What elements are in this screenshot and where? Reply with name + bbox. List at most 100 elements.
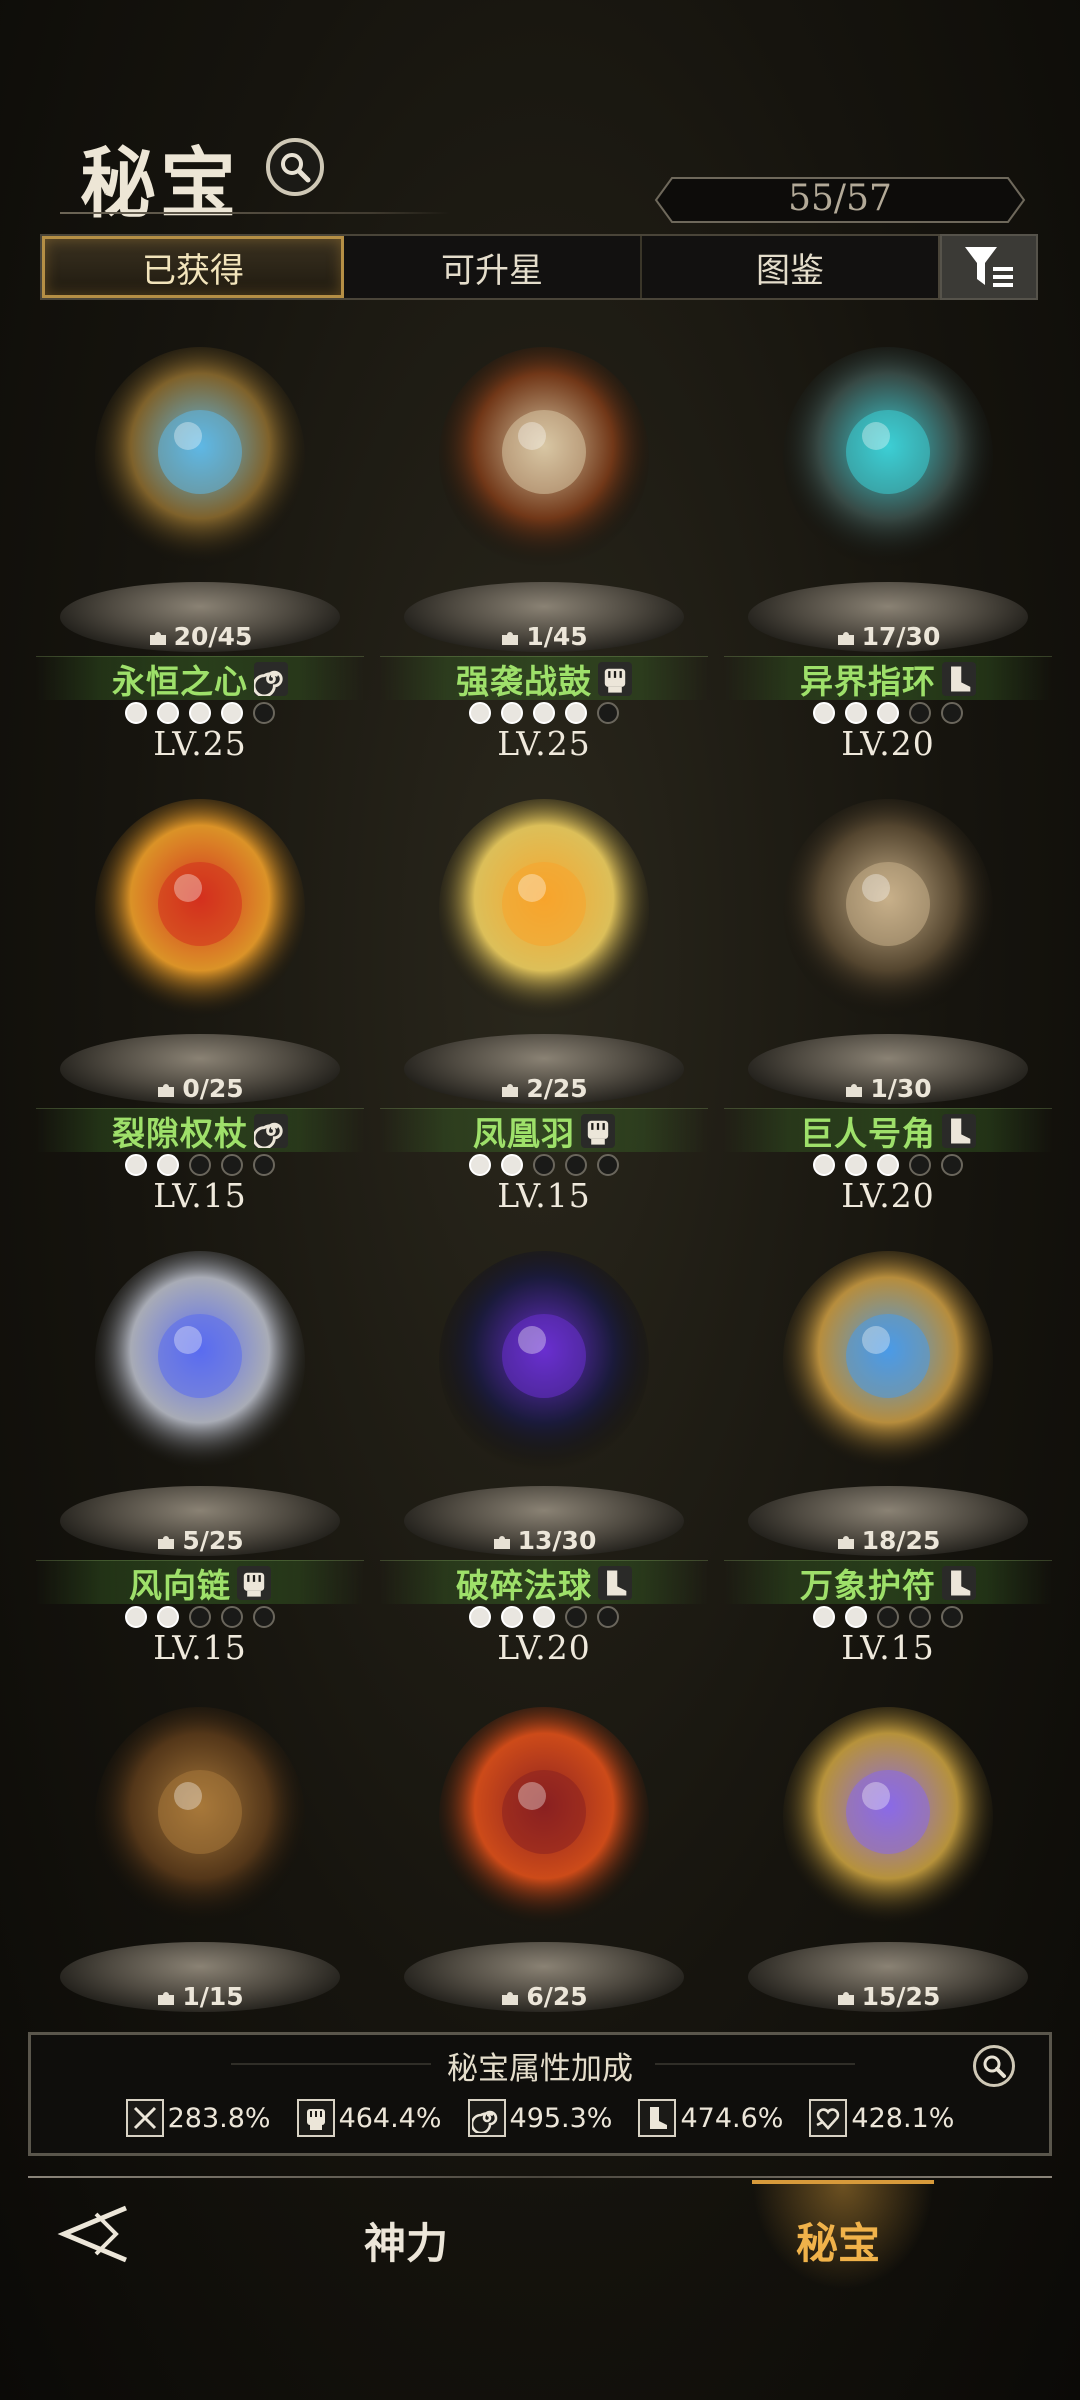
item-name-bar: 巨人号角 <box>724 1108 1052 1153</box>
star-filled-icon <box>469 702 491 724</box>
star-rating <box>30 702 370 724</box>
treasure-card[interactable]: 17/30 异界指环 LV.20 <box>718 320 1058 770</box>
attribute-bonus-panel: 秘宝属性加成 283.8% 464.4% 495.3% 474.6% 428.1% <box>28 2032 1052 2156</box>
star-empty-icon <box>909 1154 931 1176</box>
treasure-card[interactable]: 5/25 风向链 LV.15 <box>30 1224 370 1674</box>
puzzle-piece-icon <box>502 1084 519 1097</box>
bonus-stat-value: 428.1% <box>851 2102 955 2134</box>
bonus-stat: 464.4% <box>296 2099 442 2137</box>
treasure-art <box>70 1236 330 1496</box>
item-name-bar: 风向链 <box>36 1560 364 1605</box>
star-empty-icon <box>253 1154 275 1176</box>
treasure-card[interactable]: 20/45 永恒之心 LV.25 <box>30 320 370 770</box>
treasure-card[interactable]: 0/25 裂隙权杖 LV.15 <box>30 772 370 1222</box>
shard-count-text: 1/15 <box>182 1982 244 2011</box>
shard-count-text: 2/25 <box>526 1074 588 1103</box>
treasure-art <box>70 1692 330 1952</box>
item-name: 强袭战鼓 <box>456 661 592 701</box>
star-empty-icon <box>597 1606 619 1628</box>
spiral-icon <box>467 2099 506 2137</box>
bonus-stat-value: 464.4% <box>338 2102 442 2134</box>
treasure-card[interactable]: 2/25 凤凰羽 LV.15 <box>374 772 714 1222</box>
shard-count: 15/25 <box>718 1982 1058 2011</box>
back-button[interactable] <box>56 2202 140 2266</box>
star-filled-icon <box>125 702 147 724</box>
star-filled-icon <box>469 1154 491 1176</box>
item-level: LV.15 <box>497 1176 591 1215</box>
bonus-stat: 283.8% <box>125 2099 271 2137</box>
puzzle-piece-icon <box>837 1992 854 2005</box>
item-name: 裂隙权杖 <box>112 1113 248 1153</box>
star-empty-icon <box>221 1154 243 1176</box>
boot-icon <box>942 1113 976 1148</box>
tab-codex[interactable]: 图鉴 <box>642 236 938 298</box>
shard-count: 20/45 <box>30 622 370 651</box>
treasure-art <box>758 784 1018 1044</box>
star-filled-icon <box>221 702 243 724</box>
filter-button[interactable] <box>940 234 1038 300</box>
star-empty-icon <box>909 1606 931 1628</box>
fist-icon <box>598 661 632 696</box>
item-level: LV.15 <box>153 1628 247 1667</box>
item-level: LV.20 <box>841 724 935 763</box>
shard-count-text: 17/30 <box>861 622 941 651</box>
star-filled-icon <box>845 1154 867 1176</box>
bonus-stat: 495.3% <box>467 2099 613 2137</box>
tab-upgradable[interactable]: 可升星 <box>344 236 642 298</box>
treasure-art <box>414 332 674 592</box>
search-button[interactable] <box>266 138 324 196</box>
back-arrow-icon <box>57 2205 127 2263</box>
star-filled-icon <box>877 702 899 724</box>
shard-count-text: 1/45 <box>526 622 588 651</box>
star-filled-icon <box>533 702 555 724</box>
star-filled-icon <box>813 1154 835 1176</box>
bonus-stat-value: 495.3% <box>509 2102 613 2134</box>
bonus-stat-value: 474.6% <box>680 2102 784 2134</box>
item-name: 破碎法球 <box>456 1565 592 1605</box>
fist-icon <box>237 1565 271 1600</box>
star-filled-icon <box>157 702 179 724</box>
treasure-card[interactable]: 1/45 强袭战鼓 LV.25 <box>374 320 714 770</box>
collection-count-text: 55/57 <box>788 178 892 219</box>
star-filled-icon <box>845 1606 867 1628</box>
bonus-detail-button[interactable] <box>973 2045 1015 2087</box>
item-name: 凤凰羽 <box>473 1113 575 1153</box>
treasure-card[interactable]: 18/25 万象护符 LV.15 <box>718 1224 1058 1674</box>
star-empty-icon <box>189 1154 211 1176</box>
treasure-art <box>414 1692 674 1952</box>
star-filled-icon <box>157 1606 179 1628</box>
boot-icon <box>638 2099 677 2137</box>
puzzle-piece-icon <box>502 632 519 645</box>
item-name-bar: 凤凰羽 <box>380 1108 708 1153</box>
treasure-card[interactable]: 13/30 破碎法球 LV.20 <box>374 1224 714 1674</box>
item-level: LV.20 <box>841 1176 935 1215</box>
treasure-screen: 秘宝 55/57 已获得 可升星 图鉴 20/45 永恒之心 LV.25 1/4… <box>0 0 1080 2400</box>
nav-godpower[interactable]: 神力 <box>364 2210 448 2271</box>
item-name-bar: 强袭战鼓 <box>380 656 708 701</box>
star-empty-icon <box>941 1606 963 1628</box>
item-level: LV.20 <box>497 1628 591 1667</box>
treasure-art <box>414 784 674 1044</box>
spiral-icon <box>252 1113 288 1149</box>
star-rating <box>30 1154 370 1176</box>
puzzle-piece-icon <box>149 632 166 645</box>
bonus-stat: 474.6% <box>638 2099 783 2137</box>
treasure-card[interactable]: 1/30 巨人号角 LV.20 <box>718 772 1058 1222</box>
fist-icon <box>296 2099 335 2137</box>
star-empty-icon <box>597 702 619 724</box>
star-filled-icon <box>469 1606 491 1628</box>
star-rating <box>30 1606 370 1628</box>
bonus-title: 秘宝属性加成 <box>447 2051 633 2087</box>
shard-count: 1/15 <box>30 1982 370 2011</box>
nav-secret-treasure[interactable]: 秘宝 <box>796 2210 880 2271</box>
star-filled-icon <box>501 1606 523 1628</box>
shard-count-text: 13/30 <box>517 1526 597 1555</box>
tab-obtained[interactable]: 已获得 <box>42 236 344 298</box>
star-empty-icon <box>221 1606 243 1628</box>
star-empty-icon <box>189 1606 211 1628</box>
star-filled-icon <box>125 1154 147 1176</box>
item-level: LV.15 <box>153 1176 247 1215</box>
star-filled-icon <box>533 1606 555 1628</box>
star-filled-icon <box>845 702 867 724</box>
shard-count: 18/25 <box>718 1526 1058 1555</box>
